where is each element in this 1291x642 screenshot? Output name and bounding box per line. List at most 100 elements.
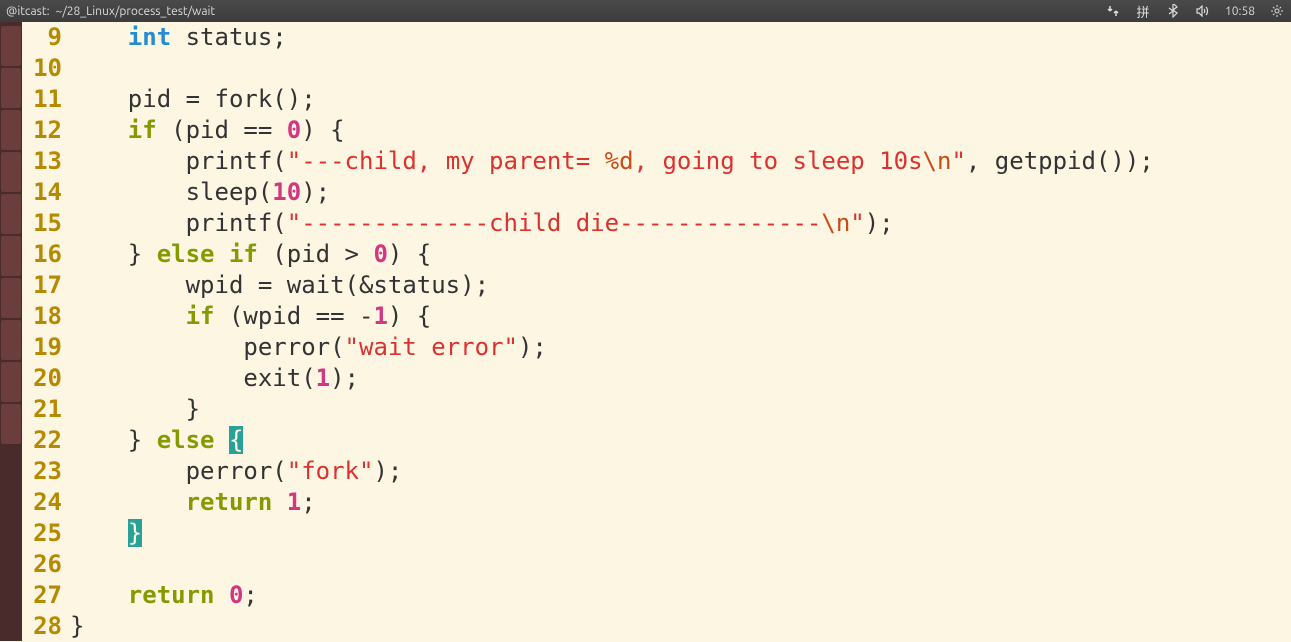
code-token: ); xyxy=(301,178,330,206)
launcher-item[interactable] xyxy=(1,68,21,108)
code-token xyxy=(70,488,186,516)
code-token: 1 xyxy=(316,364,330,392)
code-line[interactable] xyxy=(70,53,1291,84)
code-token: (pid == xyxy=(157,116,287,144)
menubar-left: @itcast: ~/28_Linux/process_test/wait xyxy=(6,5,215,18)
code-token: printf( xyxy=(70,209,287,237)
code-token: } xyxy=(70,612,84,640)
launcher-item[interactable] xyxy=(1,194,21,234)
code-token: 0 xyxy=(373,240,387,268)
code-token: pid = fork(); xyxy=(70,85,316,113)
code-line[interactable]: perror("wait error"); xyxy=(70,332,1291,363)
code-token: status; xyxy=(171,23,287,51)
code-token: 0 xyxy=(287,116,301,144)
launcher-item[interactable] xyxy=(1,236,21,276)
line-number: 24 xyxy=(22,487,62,518)
code-token: 10 xyxy=(272,178,301,206)
launcher-bar xyxy=(0,22,22,641)
code-line[interactable]: printf("---child, my parent= %d, going t… xyxy=(70,146,1291,177)
code-token: ); xyxy=(373,457,402,485)
code-token: 0 xyxy=(229,581,243,609)
code-token: if xyxy=(229,240,258,268)
code-line[interactable]: } xyxy=(70,611,1291,642)
code-token xyxy=(70,519,128,547)
code-token: if xyxy=(128,116,157,144)
code-token: ) { xyxy=(301,116,344,144)
code-token: } xyxy=(128,519,142,547)
code-line[interactable]: exit(1); xyxy=(70,363,1291,394)
network-icon[interactable] xyxy=(1105,3,1121,19)
code-token: " xyxy=(850,209,864,237)
code-token: ); xyxy=(865,209,894,237)
code-token: wpid = wait(&status); xyxy=(70,271,489,299)
line-number: 28 xyxy=(22,611,62,642)
code-token: exit( xyxy=(70,364,316,392)
code-token: ); xyxy=(518,333,547,361)
code-token: { xyxy=(229,426,243,454)
line-number: 19 xyxy=(22,332,62,363)
code-line[interactable]: return 0; xyxy=(70,580,1291,611)
clock[interactable]: 10:58 xyxy=(1225,5,1255,18)
line-number: 23 xyxy=(22,456,62,487)
code-token: return xyxy=(128,581,215,609)
line-number: 25 xyxy=(22,518,62,549)
line-number: 20 xyxy=(22,363,62,394)
code-token xyxy=(70,581,128,609)
code-line[interactable]: int status; xyxy=(70,22,1291,53)
code-area[interactable]: int status; pid = fork(); if (pid == 0) … xyxy=(70,22,1291,641)
launcher-item[interactable] xyxy=(1,152,21,192)
code-token: "wait error" xyxy=(345,333,518,361)
ime-icon[interactable]: 拼 xyxy=(1135,3,1151,19)
bluetooth-icon[interactable] xyxy=(1165,3,1181,19)
gear-icon[interactable] xyxy=(1269,3,1285,19)
code-token: (wpid == - xyxy=(215,302,374,330)
line-number: 14 xyxy=(22,177,62,208)
code-line[interactable]: } xyxy=(70,518,1291,549)
code-line[interactable]: perror("fork"); xyxy=(70,456,1291,487)
line-number: 18 xyxy=(22,301,62,332)
launcher-item[interactable] xyxy=(1,26,21,66)
code-token: \n xyxy=(923,147,952,175)
code-token: 1 xyxy=(287,488,301,516)
code-line[interactable]: if (wpid == -1) { xyxy=(70,301,1291,332)
editor-wrap: 910111213141516171819202122232425262728 … xyxy=(0,22,1291,641)
line-number: 21 xyxy=(22,394,62,425)
code-token xyxy=(215,426,229,454)
code-token xyxy=(70,116,128,144)
code-token: if xyxy=(186,302,215,330)
launcher-item[interactable] xyxy=(1,362,21,402)
code-line[interactable] xyxy=(70,549,1291,580)
line-number: 12 xyxy=(22,115,62,146)
code-token: return xyxy=(186,488,273,516)
line-number: 15 xyxy=(22,208,62,239)
code-token: "-------------child die-------------- xyxy=(287,209,822,237)
code-token: } xyxy=(70,426,157,454)
line-number-gutter: 910111213141516171819202122232425262728 xyxy=(22,22,70,641)
code-line[interactable]: sleep(10); xyxy=(70,177,1291,208)
code-token xyxy=(70,23,128,51)
menubar-right: 拼 10:58 xyxy=(1105,3,1285,19)
code-line[interactable]: printf("-------------child die----------… xyxy=(70,208,1291,239)
code-line[interactable]: if (pid == 0) { xyxy=(70,115,1291,146)
code-token: ) { xyxy=(388,240,431,268)
launcher-item[interactable] xyxy=(1,110,21,150)
code-line[interactable]: } xyxy=(70,394,1291,425)
line-number: 11 xyxy=(22,84,62,115)
code-token: else xyxy=(157,240,215,268)
launcher-item[interactable] xyxy=(1,404,21,444)
code-line[interactable]: wpid = wait(&status); xyxy=(70,270,1291,301)
code-token xyxy=(272,488,286,516)
launcher-item[interactable] xyxy=(1,278,21,318)
code-line[interactable]: } else if (pid > 0) { xyxy=(70,239,1291,270)
code-token xyxy=(70,302,186,330)
line-number: 13 xyxy=(22,146,62,177)
volume-icon[interactable] xyxy=(1195,3,1211,19)
code-line[interactable]: } else { xyxy=(70,425,1291,456)
launcher-item[interactable] xyxy=(1,320,21,360)
code-line[interactable]: return 1; xyxy=(70,487,1291,518)
code-line[interactable]: pid = fork(); xyxy=(70,84,1291,115)
code-token: (pid > xyxy=(258,240,374,268)
code-token: int xyxy=(128,23,171,51)
line-number: 27 xyxy=(22,580,62,611)
line-number: 22 xyxy=(22,425,62,456)
